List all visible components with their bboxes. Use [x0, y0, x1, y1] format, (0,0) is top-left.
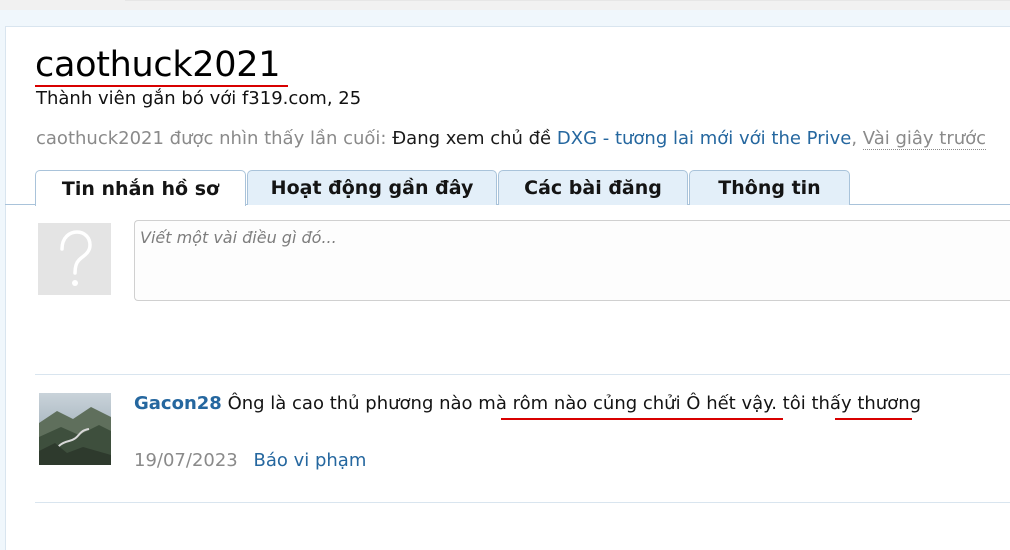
message-meta: 19/07/2023 Báo vi phạm: [134, 450, 366, 472]
annotation-underline: [501, 418, 783, 420]
message-author-link[interactable]: Gacon28: [134, 393, 222, 414]
annotation-underline: [835, 418, 912, 420]
last-seen-time: Vài giây trước: [862, 128, 987, 150]
landscape-photo-icon: [39, 393, 111, 465]
question-mark-icon: [60, 230, 92, 286]
status-input-box[interactable]: [134, 220, 1010, 301]
tab-profile-posts[interactable]: Tin nhắn hồ sơ: [35, 170, 246, 206]
message-text-line: Gacon28 Ông là cao thủ phương nào mà rôm…: [134, 392, 921, 416]
annotation-underline: [35, 85, 288, 87]
last-seen-comma: ,: [851, 128, 858, 149]
profile-username: caothuck2021: [35, 45, 281, 85]
last-seen-thread-link[interactable]: DXG - tương lai mới với the Prive: [557, 128, 851, 149]
status-input[interactable]: [135, 221, 1010, 300]
last-seen-action: Đang xem chủ đề: [392, 128, 552, 149]
last-seen-line: caothuck2021 được nhìn thấy lần cuối: Đa…: [36, 128, 987, 150]
default-avatar: [38, 223, 111, 295]
last-seen-prefix: caothuck2021 được nhìn thấy lần cuối:: [36, 128, 387, 149]
tab-postings[interactable]: Các bài đăng: [498, 170, 688, 205]
report-link[interactable]: Báo vi phạm: [253, 450, 366, 471]
message-date: 19/07/2023: [134, 450, 238, 471]
message-body: Ông là cao thủ phương nào mà rôm nào củn…: [227, 393, 922, 414]
message-author-avatar[interactable]: [39, 393, 111, 465]
profile-subtitle: Thành viên gắn bó với f319.com, 25: [36, 88, 362, 109]
top-divider: [125, 0, 1010, 11]
tab-information[interactable]: Thông tin: [689, 170, 850, 205]
tab-recent-activity[interactable]: Hoạt động gần đây: [247, 170, 497, 205]
